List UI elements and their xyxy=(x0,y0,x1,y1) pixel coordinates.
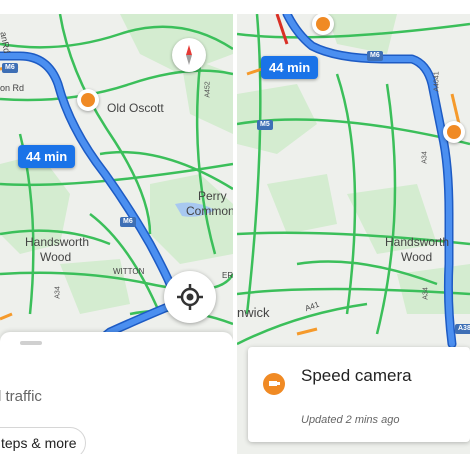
bottom-sheet[interactable]: l traffic teps & more xyxy=(0,332,233,454)
speed-camera-marker[interactable] xyxy=(77,89,99,111)
speed-camera-icon xyxy=(263,373,285,395)
alert-updated-time: Updated 2 mins ago xyxy=(301,414,400,426)
road-tag-a34-north: A34 xyxy=(421,151,429,164)
compass-icon xyxy=(186,45,192,65)
speed-camera-icon xyxy=(447,125,461,139)
place-handsworth: Handsworth xyxy=(385,235,450,249)
compass-button[interactable] xyxy=(172,38,206,72)
motorway-shield-m5: M5 xyxy=(257,120,273,130)
road-label-partial-2: on Rd xyxy=(0,83,25,93)
alert-title: Speed camera xyxy=(301,366,412,385)
steps-button-label: teps & more xyxy=(1,435,77,451)
road-tag-a34-south: A34 xyxy=(422,287,430,300)
road-tag-a34: A34 xyxy=(54,286,62,299)
right-map-screen: M6 M5 A4041 A34 A41 A34 A38 Handsworth W… xyxy=(237,14,470,454)
speed-camera-icon xyxy=(81,93,95,107)
traffic-status-text: l traffic xyxy=(0,388,42,405)
eta-bubble[interactable]: 44 min xyxy=(261,56,319,79)
road-tag-er: ER xyxy=(222,271,233,280)
speed-camera-alert-card[interactable]: Speed camera Updated 2 mins ago xyxy=(248,347,470,442)
road-tag-a452: A452 xyxy=(204,81,212,98)
place-partial-nwick: nwick xyxy=(237,305,270,320)
road-tag-a4041: A4041 xyxy=(433,71,441,92)
place-common: Common xyxy=(186,204,233,218)
sheet-drag-handle[interactable] xyxy=(20,341,42,345)
motorway-shield-m6-north: M6 xyxy=(2,63,18,73)
my-location-icon xyxy=(177,284,203,310)
speed-camera-icon xyxy=(316,17,330,31)
place-wood: Wood xyxy=(40,250,72,264)
place-perry: Perry xyxy=(198,189,227,203)
eta-bubble[interactable]: 44 min xyxy=(18,145,76,168)
steps-and-more-button[interactable]: teps & more xyxy=(0,427,86,454)
speed-camera-marker-north[interactable] xyxy=(312,14,334,35)
left-map-screen: anRd on Rd M6 M6 A452 A34 ER Old Oscott … xyxy=(0,14,233,454)
motorway-shield-m6-south: M6 xyxy=(120,217,136,227)
motorway-shield-m6: M6 xyxy=(367,51,383,61)
road-tag-a38: A38 xyxy=(455,324,470,334)
recenter-button[interactable] xyxy=(164,271,216,323)
place-wood: Wood xyxy=(401,250,433,264)
place-witton: WITTON xyxy=(113,267,145,276)
place-old-oscott: Old Oscott xyxy=(107,101,164,115)
speed-camera-marker-south[interactable] xyxy=(443,121,465,143)
place-handsworth: Handsworth xyxy=(25,235,90,249)
